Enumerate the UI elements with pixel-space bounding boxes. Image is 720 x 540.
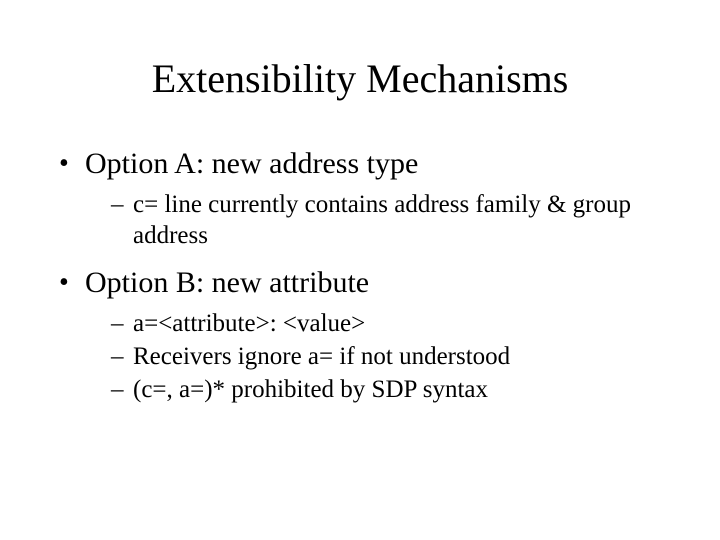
bullet-text: Option A: new address type <box>85 147 418 180</box>
slide-title: Extensibility Mechanisms <box>55 55 665 102</box>
bullet-text: Option B: new attribute <box>85 266 369 299</box>
sub-bullet-list: c= line currently contains address famil… <box>85 189 665 252</box>
sub-bullet-item: Receivers ignore a= if not understood <box>111 341 665 372</box>
sub-bullet-item: (c=, a=)* prohibited by SDP syntax <box>111 374 665 405</box>
slide: Extensibility Mechanisms Option A: new a… <box>0 0 720 540</box>
sub-bullet-item: a=<attribute>: <value> <box>111 308 665 339</box>
bullet-item: Option B: new attribute a=<attribute>: <… <box>55 266 665 406</box>
bullet-item: Option A: new address type c= line curre… <box>55 147 665 252</box>
sub-bullet-list: a=<attribute>: <value> Receivers ignore … <box>85 308 665 406</box>
sub-bullet-item: c= line currently contains address famil… <box>111 189 665 252</box>
bullet-list: Option A: new address type c= line curre… <box>55 147 665 405</box>
